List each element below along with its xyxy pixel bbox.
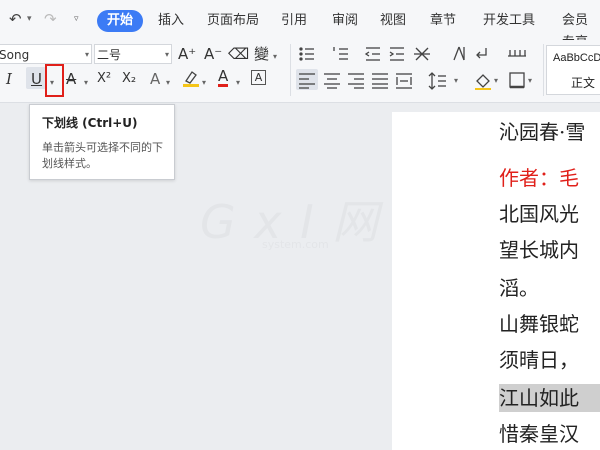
tooltip-description: 单击箭头可选择不同的下划线样式。 [42, 141, 163, 170]
doc-line: 望长城内 [499, 238, 579, 262]
font-size-select[interactable]: 二号 ▾ [94, 44, 172, 64]
subscript-button[interactable]: X₂ [122, 70, 136, 88]
align-right-icon [348, 73, 364, 89]
chevron-down-icon: ▾ [454, 76, 458, 85]
doc-line: 山舞银蛇 [499, 312, 579, 336]
chevron-down-icon[interactable]: ▾ [202, 74, 206, 92]
chevron-down-icon: ▾ [84, 50, 89, 59]
chevron-down-icon[interactable]: ▾ [273, 48, 277, 66]
superscript-button[interactable]: X² [97, 70, 111, 88]
chevron-down-icon: ▾ [528, 76, 532, 85]
border-icon [509, 72, 525, 89]
shading-icon [475, 74, 491, 90]
tooltip-title: 下划线 (Ctrl+U) [42, 116, 138, 130]
divider [290, 44, 291, 96]
chevron-down-icon[interactable]: ▾ [166, 74, 170, 92]
highlighter-icon[interactable] [182, 69, 200, 89]
grow-font-icon[interactable]: A⁺ [178, 45, 196, 63]
tab-developer[interactable]: 开发工具 [481, 10, 537, 32]
doc-line: 沁园春·雪 [499, 120, 586, 144]
document-page[interactable]: 沁园春·雪 作者：毛 北国风光 望长城内 滔。 山舞银蛇 须晴日， 江山如此 惜… [392, 112, 600, 450]
style-name-normal: 正文 [571, 76, 596, 90]
tab-sections[interactable]: 章节 [428, 10, 458, 32]
increase-indent-icon [389, 47, 404, 61]
chevron-down-icon: ▾ [494, 76, 498, 85]
paragraph-row2-icons: ▾ ▾ ▾ [296, 69, 532, 90]
character-border-button[interactable]: A [251, 70, 266, 85]
doc-line: 北国风光 [499, 202, 579, 226]
font-name-value: Song [0, 48, 30, 62]
doc-line: 滔。 [499, 276, 539, 300]
tab-references[interactable]: 引用 [279, 10, 309, 32]
doc-line-selected: 江山如此 [499, 384, 600, 412]
text-effect-button[interactable]: A [150, 70, 160, 88]
chevron-down-icon[interactable]: ▾ [84, 74, 88, 92]
style-sample: AaBbCcDd [553, 52, 600, 64]
shrink-font-icon[interactable]: A⁻ [204, 45, 222, 63]
menu-bar: ↶ ▾ ↷ ▿ 开始 插入 页面布局 引用 审阅 视图 章节 开发工具 会员专享 [0, 0, 600, 50]
phonetic-guide-icon[interactable]: 變 [254, 45, 269, 63]
underline-button[interactable]: U [31, 70, 42, 88]
chevron-down-icon: ▾ [164, 50, 169, 59]
ribbon-toolbar: Song ▾ 二号 ▾ A⁺ A⁻ ⌫ 變 ▾ I U ▾ A ▾ X² X₂ … [0, 40, 600, 103]
italic-button[interactable]: I [6, 70, 12, 88]
undo-dropdown-icon[interactable]: ▾ [27, 14, 32, 24]
tab-member[interactable]: 会员专享 [560, 10, 600, 50]
sort-icon [453, 46, 465, 61]
tab-insert[interactable]: 插入 [156, 10, 186, 32]
chevron-down-icon[interactable]: ▾ [236, 74, 240, 92]
numbered-list-icon [333, 47, 348, 60]
undo-icon[interactable]: ↶ [9, 10, 22, 28]
doc-line: 惜秦皇汉 [499, 422, 579, 446]
customize-toolbar-icon[interactable]: ▿ [74, 14, 79, 24]
strikethrough-button[interactable]: A [66, 70, 76, 88]
line-spacing-icon [428, 72, 446, 90]
font-color-button[interactable]: A [218, 68, 229, 87]
paragraph-row1-icons [299, 46, 526, 61]
clear-format-icon[interactable]: ⌫ [228, 45, 249, 63]
bullet-list-icon [299, 47, 314, 61]
distribute-icon [396, 73, 412, 89]
align-center-icon [324, 73, 340, 89]
doc-line: 须晴日， [499, 348, 579, 372]
tab-start[interactable]: 开始 [97, 10, 144, 32]
doc-line: 作者：毛 [499, 166, 579, 190]
watermark-domain: system.com [262, 238, 329, 251]
justify-icon [372, 73, 388, 89]
divider [543, 44, 544, 96]
underline-dropdown-highlight [45, 64, 64, 97]
tab-page-layout[interactable]: 页面布局 [205, 10, 261, 32]
underline-tooltip: 下划线 (Ctrl+U) 单击箭头可选择不同的下划线样式。 [29, 104, 175, 180]
table-rule-icon [508, 50, 526, 57]
decrease-indent-icon [364, 47, 380, 61]
tab-view[interactable]: 视图 [378, 10, 408, 32]
tab-review[interactable]: 审阅 [330, 10, 360, 32]
style-gallery[interactable]: AaBbCcDd 正文 [546, 45, 600, 95]
chinese-layout-icon [414, 47, 430, 61]
font-size-value: 二号 [97, 48, 122, 62]
font-name-select[interactable]: Song ▾ [0, 44, 92, 64]
redo-icon[interactable]: ↷ [44, 10, 57, 28]
line-break-icon [476, 48, 487, 59]
